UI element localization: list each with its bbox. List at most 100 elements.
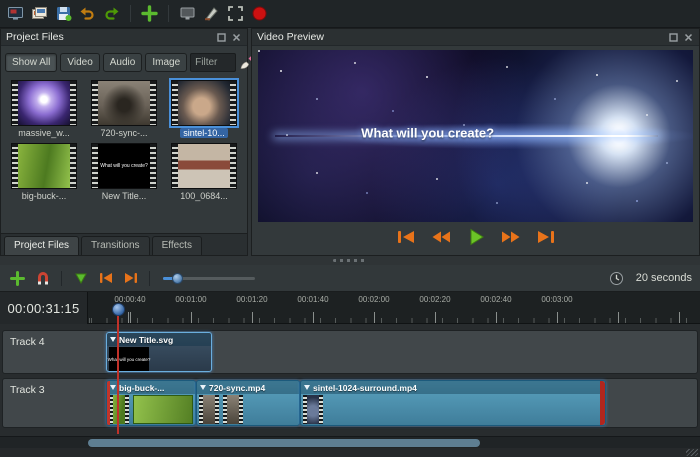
ruler-mark: 00:02:20 [419, 295, 450, 304]
project-file-item[interactable]: massive_w... [5, 80, 83, 138]
open-project-icon [31, 5, 48, 22]
project-file-item[interactable]: 720-sync-... [85, 80, 163, 138]
film-strip [150, 144, 156, 188]
video-display[interactable]: What will you create? [258, 50, 693, 222]
play-button[interactable] [464, 227, 488, 247]
zoom-scale-label: 20 seconds [636, 272, 692, 284]
clip-sintel[interactable]: sintel-1024-surround.mp4 [300, 380, 606, 426]
play-icon [466, 227, 486, 247]
tab-transitions[interactable]: Transitions [81, 236, 150, 255]
current-time-display: 00:00:31:15 [0, 292, 88, 324]
ruler-mark: 00:03:00 [541, 295, 572, 304]
film-strip [230, 81, 236, 125]
jump-to-end-button[interactable] [534, 227, 558, 247]
choose-profile-button[interactable] [177, 3, 198, 25]
float-icon [217, 33, 226, 42]
filter-image-button[interactable]: Image [145, 53, 187, 72]
ruler-mark: 00:01:20 [236, 295, 267, 304]
close-panel-button[interactable] [230, 31, 242, 43]
razor-tool-button[interactable] [201, 3, 222, 25]
monitor-icon [179, 5, 196, 22]
zoom-slider[interactable] [163, 270, 255, 286]
clip-menu-icon[interactable] [110, 385, 116, 390]
record-icon [251, 5, 268, 22]
clip-thumbnail: What will you create? [109, 347, 149, 371]
timeline-ruler-row: 00:00:31:15 00:00:40 00:01:00 00:01:20 0… [0, 292, 700, 324]
float-panel-button[interactable] [667, 31, 679, 43]
filter-show-all-button[interactable]: Show All [5, 53, 57, 72]
zoom-slider-handle[interactable] [172, 273, 183, 284]
undo-button[interactable] [77, 3, 98, 25]
project-file-item[interactable]: 100_0684... [165, 143, 243, 201]
clip-new-title[interactable]: New Title.svg What will you create? [106, 332, 212, 372]
clip-trim-handle-left[interactable] [107, 381, 110, 425]
clip-body: What will you create? [107, 346, 211, 371]
new-project-button[interactable] [5, 3, 26, 25]
fullscreen-button[interactable] [225, 3, 246, 25]
film-strip [70, 81, 76, 125]
filter-input[interactable] [190, 53, 236, 72]
film-strip [230, 144, 236, 188]
project-file-item-selected[interactable]: sintel-10... [165, 80, 243, 138]
thumbnail-image: What will you create? [98, 144, 150, 188]
close-icon [232, 33, 241, 42]
file-label: big-buck-... [19, 191, 70, 201]
add-track-button[interactable] [8, 269, 27, 288]
clip-big-buck[interactable]: big-buck-... [106, 380, 196, 426]
filter-row: Show All Video Audio Image [1, 46, 247, 76]
previous-marker-icon [98, 271, 114, 285]
project-file-item[interactable]: big-buck-... [5, 143, 83, 201]
toolbar-separator [61, 271, 62, 286]
video-preview-title: Video Preview [257, 31, 324, 43]
save-project-icon [55, 5, 72, 22]
ruler-mark: 00:01:40 [297, 295, 328, 304]
jump-to-start-button[interactable] [394, 227, 418, 247]
playhead-line [117, 315, 119, 434]
redo-button[interactable] [101, 3, 122, 25]
rewind-button[interactable] [429, 227, 453, 247]
fast-forward-button[interactable] [499, 227, 523, 247]
import-files-button[interactable] [139, 3, 160, 25]
rewind-icon [430, 228, 452, 246]
zoom-scale-button[interactable] [607, 269, 626, 288]
snapping-toggle-button[interactable] [33, 269, 52, 288]
plus-icon [141, 5, 158, 22]
float-panel-button[interactable] [215, 31, 227, 43]
clip-menu-icon[interactable] [110, 337, 116, 342]
file-label: massive_w... [15, 128, 73, 138]
previous-marker-button[interactable] [96, 269, 115, 288]
thumbnail-image [178, 144, 230, 188]
clip-menu-icon[interactable] [304, 385, 310, 390]
project-file-item[interactable]: What will you create? New Title... [85, 143, 163, 201]
timeline-scrollbar[interactable] [0, 436, 700, 448]
clip-trim-handle-right[interactable] [600, 381, 605, 425]
ruler-mark: 00:02:00 [358, 295, 389, 304]
next-marker-button[interactable] [121, 269, 140, 288]
file-label: 720-sync-... [97, 128, 150, 138]
ruler-mark: 00:02:40 [480, 295, 511, 304]
tab-effects[interactable]: Effects [152, 236, 202, 255]
video-preview-panel: Video Preview What will you create? [251, 28, 700, 256]
filter-video-button[interactable]: Video [60, 53, 99, 72]
scrollbar-thumb[interactable] [88, 439, 480, 447]
timeline-ruler[interactable]: 00:00:40 00:01:00 00:01:20 00:01:40 00:0… [88, 292, 700, 323]
close-panel-button[interactable] [682, 31, 694, 43]
export-video-button[interactable] [249, 3, 270, 25]
save-project-button[interactable] [53, 3, 74, 25]
fullscreen-icon [227, 5, 244, 22]
clip-header: sintel-1024-surround.mp4 [301, 381, 605, 394]
open-project-button[interactable] [29, 3, 50, 25]
clip-menu-icon[interactable] [200, 385, 206, 390]
panel-splitter[interactable] [0, 256, 700, 265]
tab-project-files[interactable]: Project Files [4, 236, 79, 255]
clip-720-sync[interactable]: 720-sync.mp4 [196, 380, 300, 426]
main-toolbar [0, 0, 700, 28]
add-marker-button[interactable] [71, 269, 90, 288]
filter-audio-button[interactable]: Audio [103, 53, 143, 72]
film-strip [150, 81, 156, 125]
float-icon [669, 33, 678, 42]
resize-grip-icon[interactable] [686, 449, 698, 456]
playhead-handle[interactable] [112, 303, 125, 316]
transport-controls [252, 227, 699, 247]
file-thumbnail [11, 80, 77, 126]
